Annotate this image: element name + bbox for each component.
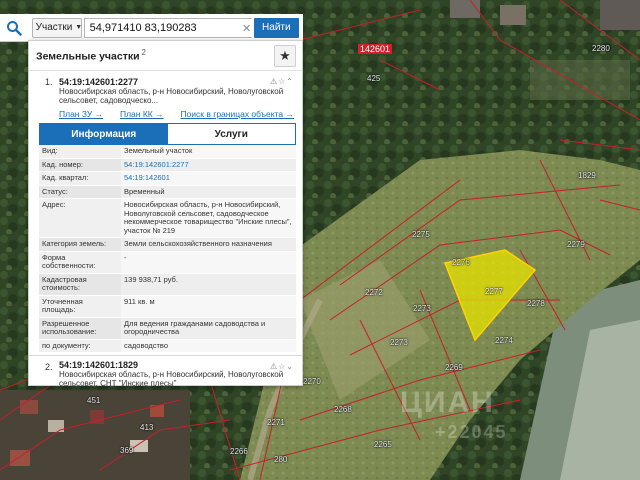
link-search-in-bounds[interactable]: Поиск в границах объекта → [180, 109, 294, 119]
results-panel: Земельные участки 2 ★ 1. 54:19:142601:227… [28, 40, 303, 388]
search-bar: Участки ▼ ✕ Найти [0, 14, 303, 42]
search-input[interactable] [83, 17, 252, 38]
table-row: Статус: Временный [39, 185, 296, 199]
info-key: Разрешенное использование: [39, 317, 121, 340]
quarter-label: 142601 [358, 44, 393, 54]
panel-header: Земельные участки 2 [29, 41, 302, 71]
info-value: 911 кв. м [121, 295, 296, 318]
search-icon[interactable] [0, 14, 28, 42]
result-cadastral-number[interactable]: 54:19:142601:2277 [59, 77, 294, 87]
table-row: Кад. номер: 54:19:142601:2277 [39, 158, 296, 172]
result-links: План ЗУ → План КК → Поиск в границах объ… [59, 109, 294, 119]
plot-label: 2273 [413, 304, 431, 313]
chevron-down-icon[interactable]: ⌄ [286, 362, 294, 371]
warning-icon[interactable]: ⚠ [270, 77, 278, 86]
table-row: Адрес: Новосибирская область, р-н Новосиб… [39, 198, 296, 238]
panel-title: Земельные участки 2 [36, 48, 146, 63]
info-table: Вид: Земельный участок Кад. номер: 54:19:1… [39, 145, 296, 353]
plot-label: 2265 [374, 440, 392, 449]
info-value: - [121, 251, 296, 274]
watermark-logo: ЦИАН [400, 386, 495, 419]
plot-label: 2266 [230, 447, 248, 456]
find-button[interactable]: Найти [253, 17, 299, 38]
info-value: садоводство [121, 339, 296, 353]
plot-label: 1829 [578, 171, 596, 180]
table-row: Кадастровая стоимость: 139 938,71 руб. [39, 273, 296, 296]
info-key: Кад. номер: [39, 158, 121, 172]
results-count: 2 [141, 48, 146, 58]
result-address: Новосибирская область, р-н Новосибирский… [59, 370, 284, 388]
chevron-up-icon[interactable]: ⌃ [286, 77, 294, 86]
result-item[interactable]: 2. 54:19:142601:1829 Новосибирская облас… [29, 355, 302, 388]
result-item[interactable]: 1. 54:19:142601:2277 Новосибирская облас… [29, 71, 302, 119]
info-value: 139 938,71 руб. [121, 273, 296, 296]
table-row: Категория земель: Земли сельскохозяйствен… [39, 237, 296, 252]
chevron-down-icon: ▼ [75, 24, 83, 31]
search-type-select[interactable]: Участки ▼ [31, 17, 83, 38]
info-value: Новосибирская область, р-н Новосибирский… [121, 198, 296, 238]
plot-label: 2271 [267, 418, 285, 427]
info-key: Вид: [39, 145, 121, 159]
table-row: Разрешенное использование: Для ведения гр… [39, 317, 296, 340]
info-key: по документу: [39, 339, 121, 353]
table-row: Вид: Земельный участок [39, 145, 296, 159]
plot-label-selected: 2277 [485, 287, 503, 296]
plot-label: 413 [140, 423, 154, 432]
link-plan-zu[interactable]: План ЗУ → [59, 109, 103, 119]
table-row: по документу: садоводство [39, 339, 296, 353]
plot-label: 2269 [445, 363, 463, 372]
plot-label: 2272 [365, 288, 383, 297]
result-cadastral-number[interactable]: 54:19:142601:1829 [59, 360, 294, 370]
plot-label: 2278 [527, 299, 545, 308]
favorite-star-button[interactable]: ★ [274, 45, 296, 67]
table-row: Уточненная площадь: 911 кв. м [39, 295, 296, 318]
star-icon: ★ [279, 48, 291, 63]
info-value: Для ведения гражданами садоводства и ого… [121, 317, 296, 340]
info-value: Земельный участок [121, 145, 296, 159]
plot-label: 425 [367, 74, 381, 83]
result-number: 1. [45, 77, 53, 87]
info-key: Категория земель: [39, 237, 121, 252]
plot-label: 2275 [412, 230, 430, 239]
plot-label: 369 [120, 446, 134, 455]
table-row: Кад. квартал: 54:19:142601 [39, 171, 296, 186]
result-number: 2. [45, 362, 53, 372]
cadastral-number-link[interactable]: 54:19:142601:2277 [121, 158, 296, 172]
info-key: Уточненная площадь: [39, 295, 121, 318]
info-value: Временный [121, 185, 296, 199]
clear-icon[interactable]: ✕ [242, 22, 251, 35]
plot-label: 2280 [592, 44, 610, 53]
result-tools[interactable]: ⚠☆⌃ [270, 77, 294, 86]
warning-icon[interactable]: ⚠ [270, 362, 278, 371]
info-key: Кад. квартал: [39, 171, 121, 186]
info-key: Статус: [39, 185, 121, 199]
plot-label: 2273 [390, 338, 408, 347]
link-plan-kk[interactable]: План КК → [120, 109, 164, 119]
tab-services[interactable]: Услуги [167, 124, 295, 144]
plot-label: 280 [274, 455, 288, 464]
table-row: Форма собственности: - [39, 251, 296, 274]
plot-label: 2274 [495, 336, 513, 345]
plot-label: 2276 [452, 258, 470, 267]
tab-bar: Информация Услуги [39, 123, 296, 145]
plot-label: 2270 [303, 377, 321, 386]
tab-information[interactable]: Информация [40, 124, 168, 144]
watermark-number: +22045 [435, 422, 508, 442]
search-type-label: Участки [35, 22, 73, 33]
info-value: Земли сельскохозяйственного назначения [121, 237, 296, 252]
result-address: Новосибирская область, р-н Новосибирский… [59, 87, 284, 105]
info-key: Кадастровая стоимость: [39, 273, 121, 296]
info-key: Адрес: [39, 198, 121, 238]
plot-label: 2279 [567, 240, 585, 249]
plot-label: 2268 [334, 405, 352, 414]
info-key: Форма собственности: [39, 251, 121, 274]
result-tools[interactable]: ⚠☆⌄ [270, 362, 294, 371]
cadastral-quarter-link[interactable]: 54:19:142601 [121, 171, 296, 186]
plot-label: 451 [87, 396, 101, 405]
